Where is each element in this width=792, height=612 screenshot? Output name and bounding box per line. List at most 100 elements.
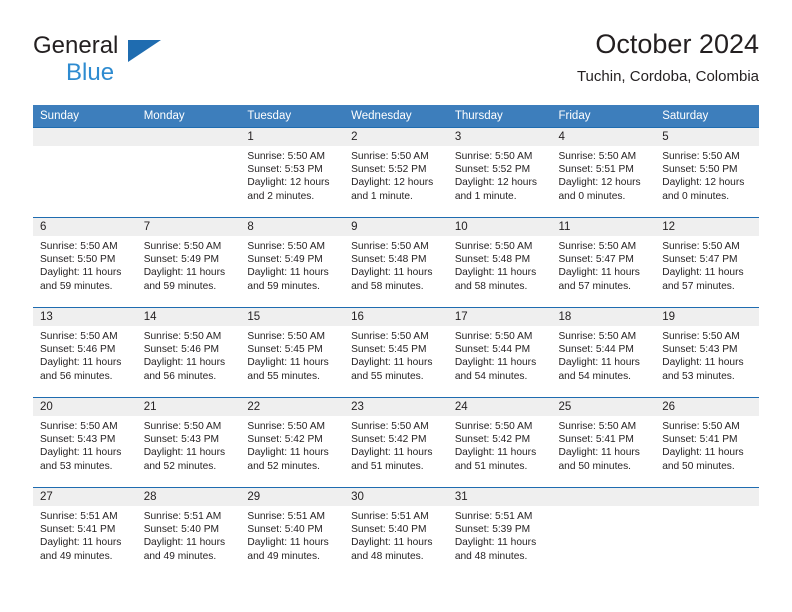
day-cell[interactable]: 28 Sunrise: 5:51 AM Sunset: 5:40 PM Dayligh… — [136, 487, 241, 577]
day-cell[interactable]: 11 Sunrise: 5:50 AM Sunset: 5:47 PM Dayligh… — [551, 217, 656, 307]
weekday-header-thursday: Thursday — [447, 105, 552, 127]
daylight-duration-line2: and 49 minutes. — [40, 550, 113, 562]
calendar-cell: 3 Sunrise: 5:50 AM Sunset: 5:52 PM Daylight… — [447, 127, 552, 217]
day-cell[interactable]: 21 Sunrise: 5:50 AM Sunset: 5:43 PM Dayligh… — [136, 397, 241, 487]
sunrise-time: Sunrise: 5:50 AM — [351, 421, 429, 432]
daylight-duration-line2: and 58 minutes. — [351, 280, 424, 292]
day-cell[interactable]: 3 Sunrise: 5:50 AM Sunset: 5:52 PM Daylight… — [447, 127, 552, 217]
day-details: Sunrise: 5:50 AM Sunset: 5:50 PM Daylight:… — [655, 146, 759, 203]
date-number-strip: 31 — [447, 488, 552, 506]
day-cell[interactable]: 15 Sunrise: 5:50 AM Sunset: 5:45 PM Dayligh… — [240, 307, 345, 397]
daylight-duration-line2: and 55 minutes. — [351, 370, 424, 382]
daylight-duration-line2: and 52 minutes. — [247, 460, 320, 472]
day-cell-empty — [551, 487, 656, 577]
day-cell[interactable]: 20 Sunrise: 5:50 AM Sunset: 5:43 PM Dayligh… — [33, 397, 137, 487]
day-cell[interactable]: 24 Sunrise: 5:50 AM Sunset: 5:42 PM Dayligh… — [447, 397, 552, 487]
daylight-duration-line1: Daylight: 11 hours — [40, 357, 122, 369]
daylight-duration-line2: and 59 minutes. — [247, 280, 320, 292]
day-cell[interactable]: 31 Sunrise: 5:51 AM Sunset: 5:39 PM Dayligh… — [447, 487, 552, 577]
daylight-duration-line2: and 48 minutes. — [454, 550, 528, 562]
sunrise-time: Sunrise: 5:51 AM — [454, 511, 533, 522]
date-number: 1 — [247, 131, 254, 143]
calendar-cell: 20 Sunrise: 5:50 AM Sunset: 5:43 PM Dayligh… — [33, 397, 137, 487]
calendar-week-row: 27 Sunrise: 5:51 AM Sunset: 5:41 PM Dayligh… — [33, 487, 759, 577]
sunset-time: Sunset: 5:41 PM — [662, 434, 738, 446]
sunset-time: Sunset: 5:40 PM — [351, 524, 427, 536]
day-cell[interactable]: 13 Sunrise: 5:50 AM Sunset: 5:46 PM Dayligh… — [33, 307, 137, 397]
day-details: Sunrise: 5:50 AM Sunset: 5:50 PM Daylight:… — [33, 236, 137, 293]
day-details: Sunrise: 5:51 AM Sunset: 5:41 PM Daylight:… — [33, 506, 137, 563]
date-number: 15 — [247, 311, 261, 323]
calendar-cell: 15 Sunrise: 5:50 AM Sunset: 5:45 PM Dayligh… — [240, 307, 345, 397]
day-cell[interactable]: 1 Sunrise: 5:50 AM Sunset: 5:53 PM Daylight… — [240, 127, 345, 217]
day-cell[interactable]: 14 Sunrise: 5:50 AM Sunset: 5:46 PM Dayligh… — [136, 307, 241, 397]
date-number-strip — [136, 128, 241, 146]
calendar-cell: 26 Sunrise: 5:50 AM Sunset: 5:41 PM Dayligh… — [655, 397, 759, 487]
day-details: Sunrise: 5:50 AM Sunset: 5:42 PM Daylight:… — [240, 416, 344, 473]
day-cell[interactable]: 2 Sunrise: 5:50 AM Sunset: 5:52 PM Daylight… — [344, 127, 448, 217]
sunset-time: Sunset: 5:49 PM — [247, 254, 323, 266]
calendar-cell: 24 Sunrise: 5:50 AM Sunset: 5:42 PM Dayligh… — [447, 397, 552, 487]
calendar-cell: 25 Sunrise: 5:50 AM Sunset: 5:41 PM Dayligh… — [551, 397, 656, 487]
day-cell[interactable]: 23 Sunrise: 5:50 AM Sunset: 5:42 PM Dayligh… — [344, 397, 448, 487]
calendar-cell: 29 Sunrise: 5:51 AM Sunset: 5:40 PM Dayligh… — [240, 487, 345, 577]
sunrise-time: Sunrise: 5:50 AM — [351, 151, 429, 162]
daylight-duration-line1: Daylight: 11 hours — [40, 537, 122, 549]
day-cell[interactable]: 5 Sunrise: 5:50 AM Sunset: 5:50 PM Daylight… — [655, 127, 759, 217]
sunset-time: Sunset: 5:48 PM — [454, 254, 531, 266]
sunset-time: Sunset: 5:39 PM — [454, 524, 531, 536]
calendar-cell: 2 Sunrise: 5:50 AM Sunset: 5:52 PM Daylight… — [344, 127, 448, 217]
day-cell[interactable]: 25 Sunrise: 5:50 AM Sunset: 5:41 PM Dayligh… — [551, 397, 656, 487]
day-cell[interactable]: 26 Sunrise: 5:50 AM Sunset: 5:41 PM Dayligh… — [655, 397, 759, 487]
date-number-strip: 18 — [551, 308, 656, 326]
day-cell[interactable]: 22 Sunrise: 5:50 AM Sunset: 5:42 PM Dayligh… — [240, 397, 345, 487]
sunrise-time: Sunrise: 5:50 AM — [247, 151, 325, 162]
daylight-duration-line1: Daylight: 11 hours — [558, 267, 640, 279]
day-cell[interactable]: 9 Sunrise: 5:50 AM Sunset: 5:48 PM Daylight… — [344, 217, 448, 307]
page-title: October 2024 — [595, 29, 759, 59]
daylight-duration-line1: Daylight: 12 hours — [662, 177, 745, 189]
day-cell[interactable]: 10 Sunrise: 5:50 AM Sunset: 5:48 PM Dayligh… — [447, 217, 552, 307]
calendar-cell: 27 Sunrise: 5:51 AM Sunset: 5:41 PM Dayligh… — [33, 487, 137, 577]
sunrise-time: Sunrise: 5:50 AM — [454, 421, 533, 432]
sunset-time: Sunset: 5:43 PM — [40, 434, 116, 446]
day-cell[interactable]: 12 Sunrise: 5:50 AM Sunset: 5:47 PM Dayligh… — [655, 217, 759, 307]
day-cell[interactable]: 4 Sunrise: 5:50 AM Sunset: 5:51 PM Daylight… — [551, 127, 656, 217]
day-cell[interactable]: 19 Sunrise: 5:50 AM Sunset: 5:43 PM Dayligh… — [655, 307, 759, 397]
date-number-strip: 28 — [136, 488, 241, 506]
date-number: 2 — [351, 131, 358, 143]
day-cell[interactable]: 29 Sunrise: 5:51 AM Sunset: 5:40 PM Dayligh… — [240, 487, 345, 577]
daylight-duration-line2: and 51 minutes. — [351, 460, 424, 472]
date-number-strip: 22 — [240, 398, 345, 416]
daylight-duration-line1: Daylight: 11 hours — [247, 267, 329, 279]
calendar-cell — [551, 487, 656, 577]
day-cell[interactable]: 17 Sunrise: 5:50 AM Sunset: 5:44 PM Dayligh… — [447, 307, 552, 397]
date-number-strip: 2 — [344, 128, 448, 146]
sunset-time: Sunset: 5:40 PM — [247, 524, 323, 536]
date-number: 6 — [40, 221, 47, 233]
day-cell[interactable]: 30 Sunrise: 5:51 AM Sunset: 5:40 PM Dayligh… — [344, 487, 448, 577]
triangle-logo-icon — [128, 40, 161, 62]
daylight-duration-line1: Daylight: 11 hours — [351, 267, 433, 279]
day-cell-empty — [33, 127, 137, 217]
brand-logo[interactable]: General Blue — [33, 28, 253, 90]
daylight-duration-line1: Daylight: 11 hours — [351, 357, 433, 369]
date-number: 19 — [662, 311, 676, 323]
day-details: Sunrise: 5:50 AM Sunset: 5:48 PM Daylight:… — [344, 236, 448, 293]
day-cell[interactable]: 6 Sunrise: 5:50 AM Sunset: 5:50 PM Daylight… — [33, 217, 137, 307]
sunset-time: Sunset: 5:51 PM — [558, 164, 634, 176]
day-details: Sunrise: 5:51 AM Sunset: 5:40 PM Daylight:… — [137, 506, 241, 563]
day-cell[interactable]: 18 Sunrise: 5:50 AM Sunset: 5:44 PM Dayligh… — [551, 307, 656, 397]
date-number: 10 — [454, 221, 468, 233]
day-cell[interactable]: 7 Sunrise: 5:50 AM Sunset: 5:49 PM Daylight… — [136, 217, 241, 307]
day-cell[interactable]: 27 Sunrise: 5:51 AM Sunset: 5:41 PM Dayligh… — [33, 487, 137, 577]
day-details: Sunrise: 5:51 AM Sunset: 5:40 PM Daylight:… — [344, 506, 448, 563]
sunrise-time: Sunrise: 5:50 AM — [558, 331, 637, 342]
date-number-strip: 15 — [240, 308, 345, 326]
day-cell[interactable]: 16 Sunrise: 5:50 AM Sunset: 5:45 PM Dayligh… — [344, 307, 448, 397]
calendar-cell: 14 Sunrise: 5:50 AM Sunset: 5:46 PM Dayligh… — [136, 307, 241, 397]
day-cell[interactable]: 8 Sunrise: 5:50 AM Sunset: 5:49 PM Daylight… — [240, 217, 345, 307]
calendar-week-row: 6 Sunrise: 5:50 AM Sunset: 5:50 PM Daylight… — [33, 217, 759, 307]
sunrise-time: Sunrise: 5:50 AM — [662, 421, 740, 432]
daylight-duration-line2: and 53 minutes. — [40, 460, 113, 472]
